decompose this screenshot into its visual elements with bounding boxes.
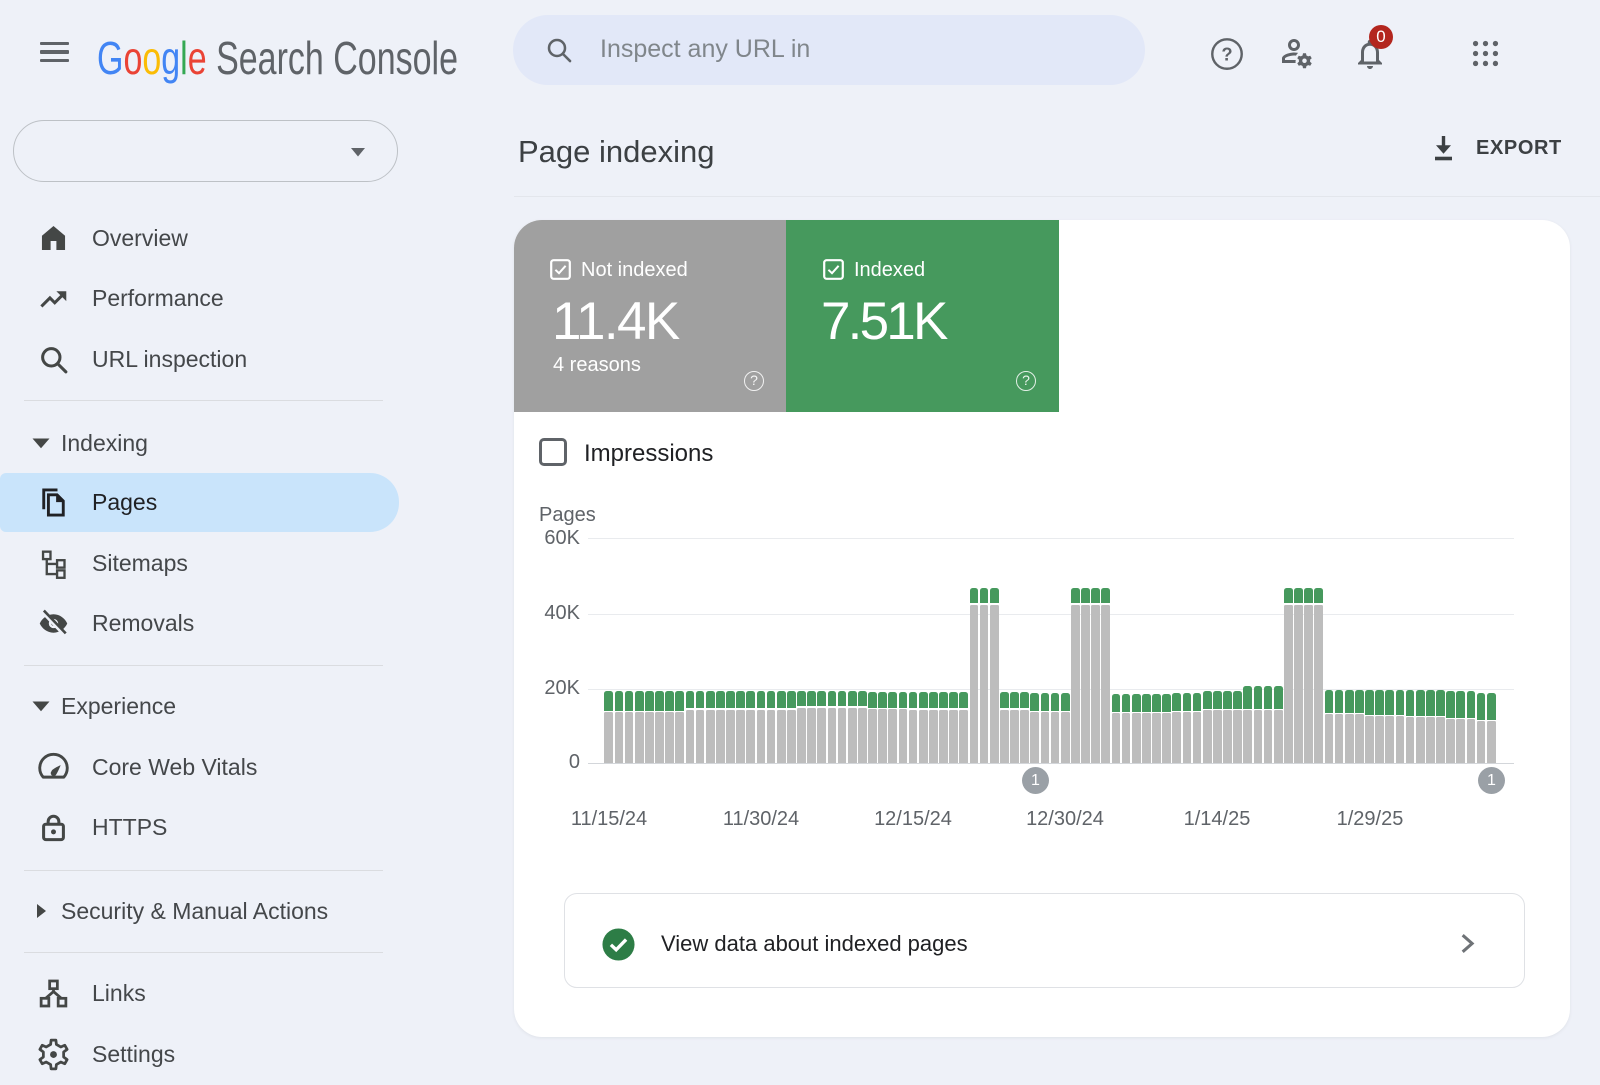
svg-text:?: ?	[1221, 44, 1232, 65]
